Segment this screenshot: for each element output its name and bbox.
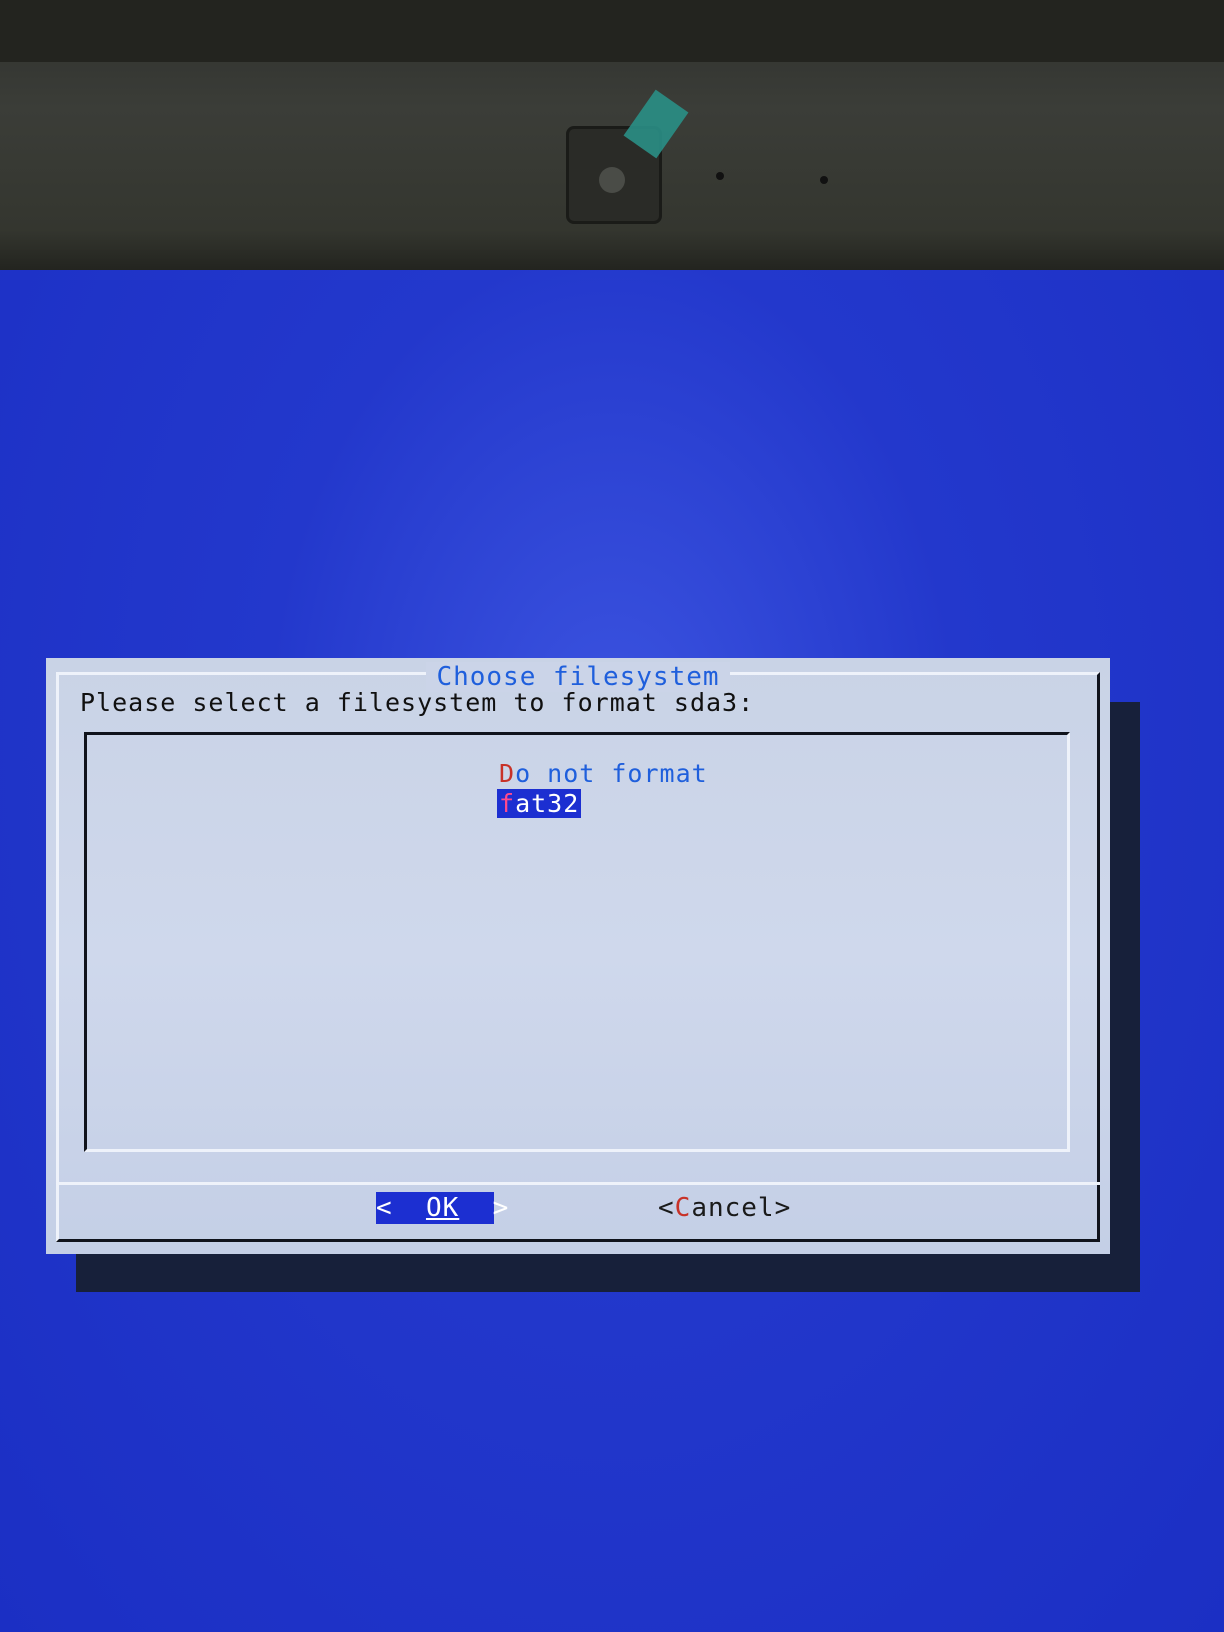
ok-bracket-right: >	[492, 1193, 510, 1223]
ok-bracket-left: <	[376, 1193, 393, 1223]
list-item-label: at32	[515, 789, 580, 818]
list-item-label: o not format	[515, 759, 708, 788]
filesystem-list[interactable]: Do not format fat32	[84, 732, 1070, 1152]
hotkey-letter: D	[499, 759, 516, 788]
cancel-bracket-left: <	[658, 1193, 675, 1223]
list-item-do-not-format[interactable]: Do not format	[497, 759, 710, 788]
ok-label: OK	[425, 1193, 460, 1223]
bezel-top	[0, 0, 1224, 62]
cancel-label: ancel	[691, 1193, 775, 1223]
sensor-dot	[820, 176, 828, 184]
cancel-button[interactable]: <Cancel>	[658, 1192, 791, 1224]
camera-lens	[599, 167, 625, 193]
choose-filesystem-dialog: Choose filesystem Please select a filesy…	[46, 658, 1110, 1254]
button-separator	[56, 1182, 1100, 1185]
sensor-dot	[716, 172, 724, 180]
dialog-prompt: Please select a filesystem to format sda…	[80, 688, 755, 717]
laptop-bezel	[0, 0, 1224, 270]
ok-button[interactable]: < OK >	[376, 1192, 508, 1224]
hotkey-letter: f	[499, 789, 516, 818]
list-item-fat32[interactable]: fat32	[497, 789, 582, 818]
cancel-bracket-right: >	[774, 1193, 792, 1223]
cancel-hotkey: C	[674, 1193, 692, 1223]
